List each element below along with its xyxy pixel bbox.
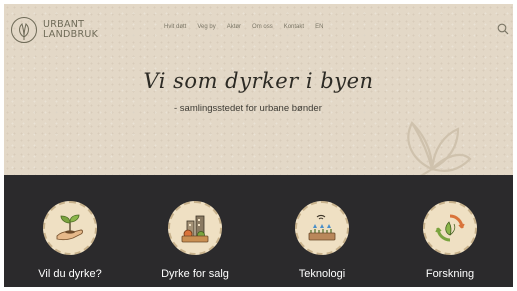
embossed-plant-icon <box>407 121 472 179</box>
category-card-technology[interactable]: Teknologi <box>272 201 372 280</box>
category-card-sell[interactable]: Dyrke for salg <box>145 201 245 280</box>
category-icon-circle <box>168 201 222 255</box>
logo-line-2: LANDBRUK <box>43 29 99 40</box>
category-icon-circle <box>43 201 97 255</box>
category-label: Dyrke for salg <box>161 268 229 280</box>
main-nav: Hvit døtt Veg by Aktør Om oss Kontakt EN <box>164 24 323 30</box>
nav-item-5[interactable]: Kontakt <box>284 24 304 30</box>
category-label: Teknologi <box>298 268 346 280</box>
seedling-hand-icon <box>56 214 83 241</box>
category-card-grow[interactable]: Vil du dyrke? <box>20 201 120 280</box>
search-icon[interactable] <box>497 23 509 35</box>
logo-leaf-icon <box>11 17 37 43</box>
technology-irrigation-icon <box>308 214 336 241</box>
hero-section: URBANT LANDBRUK Hvit døtt Veg by Aktør O… <box>4 4 513 179</box>
research-cycle-icon <box>435 214 465 242</box>
category-icon-circle <box>295 201 349 255</box>
category-icon-circle <box>423 201 477 255</box>
category-card-research[interactable]: Forskning <box>400 201 500 280</box>
nav-item-4[interactable]: Om oss <box>252 24 273 30</box>
nav-item-1[interactable]: Hvit døtt <box>164 24 186 30</box>
nav-item-3[interactable]: Aktør <box>227 24 241 30</box>
logo[interactable]: URBANT LANDBRUK <box>10 16 98 44</box>
hero-title: Vi som dyrker i byen <box>143 69 374 93</box>
logo-text: URBANT LANDBRUK <box>43 20 98 40</box>
city-vegetables-icon <box>181 215 209 243</box>
hero-subtitle: - samlingsstedet for urbane bønder <box>174 103 322 114</box>
category-label: Vil du dyrke? <box>38 268 102 280</box>
nav-item-language[interactable]: EN <box>315 24 323 30</box>
category-label: Forskning <box>425 268 475 280</box>
nav-item-2[interactable]: Veg by <box>197 24 215 30</box>
category-section: Vil du dyrke? Dyrke for salg Teknologi F… <box>4 175 513 287</box>
page: URBANT LANDBRUK Hvit døtt Veg by Aktør O… <box>4 4 513 287</box>
